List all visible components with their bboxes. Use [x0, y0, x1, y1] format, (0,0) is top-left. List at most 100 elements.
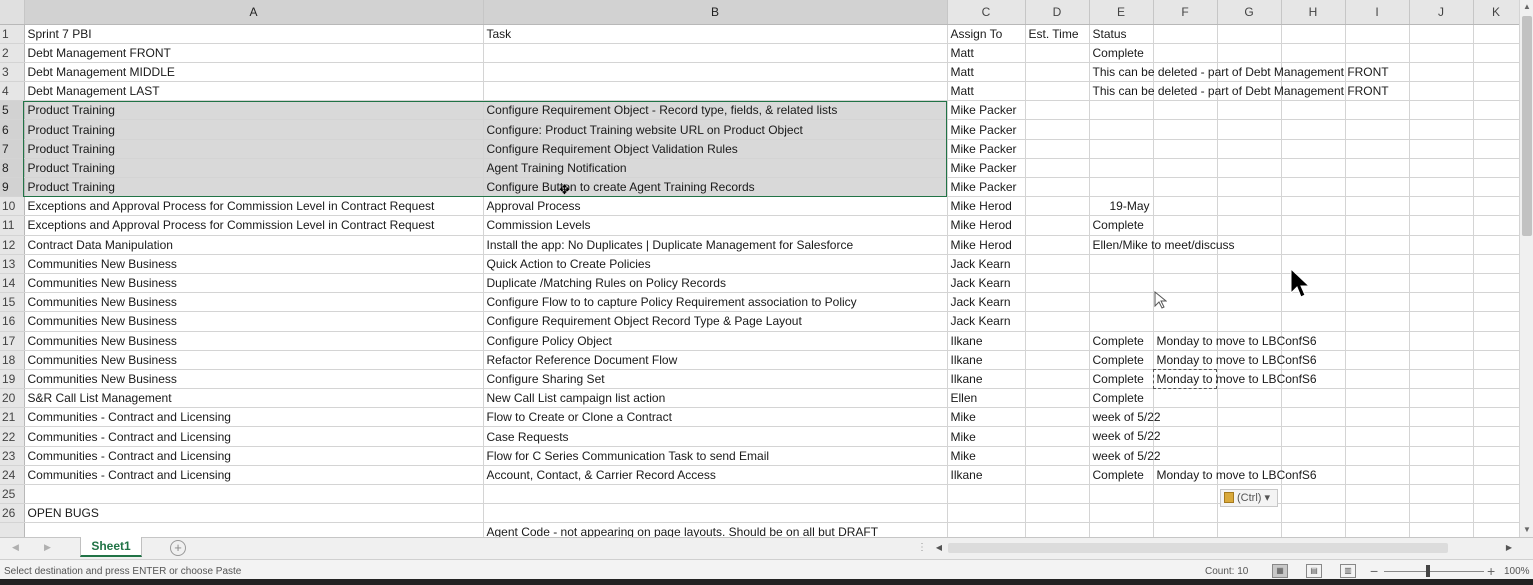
cell-k[interactable] — [1473, 177, 1519, 198]
cell-e[interactable]: Status — [1089, 24, 1154, 44]
cell-e[interactable]: week of 5/22 — [1089, 446, 1161, 466]
cell-h[interactable] — [1281, 119, 1346, 140]
cell-h[interactable] — [1281, 139, 1346, 159]
cell-i[interactable] — [1345, 350, 1410, 370]
cell-c[interactable] — [947, 522, 1026, 537]
cell-g[interactable] — [1217, 426, 1282, 447]
cell-f[interactable] — [1153, 426, 1218, 447]
cell-k[interactable] — [1473, 158, 1519, 179]
cell-a[interactable]: Communities - Contract and Licensing — [24, 446, 484, 466]
cell-a[interactable]: Communities New Business — [24, 369, 484, 390]
cell-f[interactable] — [1153, 388, 1218, 409]
cell-j[interactable] — [1409, 24, 1474, 44]
cell-e[interactable] — [1089, 139, 1154, 159]
cell-i[interactable] — [1345, 503, 1410, 524]
cell-a[interactable]: Contract Data Manipulation — [24, 235, 484, 255]
cell-c[interactable]: Mike Herod — [947, 215, 1026, 236]
cell-h[interactable] — [1281, 388, 1346, 409]
scroll-up-arrow-icon[interactable]: ▲ — [1520, 0, 1533, 14]
cell-k[interactable] — [1473, 350, 1519, 370]
cell-b[interactable]: Refactor Reference Document Flow — [483, 350, 948, 370]
cell-c[interactable]: Mike Packer — [947, 119, 1026, 140]
cell-i[interactable] — [1345, 24, 1410, 44]
cell-k[interactable] — [1473, 388, 1519, 409]
row-header[interactable]: 16 — [0, 311, 25, 332]
cell-c[interactable]: Matt — [947, 43, 1026, 63]
paste-options-button[interactable]: (Ctrl) ▾ — [1220, 489, 1278, 507]
cell-c[interactable]: Mike Packer — [947, 139, 1026, 159]
cell-a[interactable]: Exceptions and Approval Process for Comm… — [24, 215, 484, 236]
cell-d[interactable]: Est. Time — [1025, 24, 1090, 44]
cell-c[interactable]: Jack Kearn — [947, 254, 1026, 274]
cell-j[interactable] — [1409, 81, 1474, 102]
cell-c[interactable]: Mike Packer — [947, 177, 1026, 198]
cell-f[interactable] — [1153, 215, 1218, 236]
cell-k[interactable] — [1473, 503, 1519, 524]
cell-i[interactable] — [1345, 311, 1410, 332]
cell-e[interactable]: Complete — [1089, 465, 1154, 486]
cell-j[interactable] — [1409, 215, 1474, 236]
zoom-in-icon[interactable]: + — [1487, 563, 1495, 579]
column-header-f[interactable]: F — [1153, 0, 1218, 25]
column-header-h[interactable]: H — [1281, 0, 1346, 25]
cell-h[interactable] — [1281, 215, 1346, 236]
cell-g[interactable] — [1217, 407, 1282, 428]
cell-e[interactable]: Complete — [1089, 331, 1154, 351]
tab-next-arrow-icon[interactable]: ▶ — [44, 542, 51, 553]
cell-b[interactable]: Case Requests — [483, 426, 948, 447]
cell-b[interactable]: Configure Requirement Object Validation … — [483, 139, 948, 159]
cell-h[interactable] — [1281, 446, 1346, 466]
cell-d[interactable] — [1025, 119, 1090, 140]
cell-e[interactable] — [1089, 292, 1154, 313]
cell-g[interactable] — [1217, 100, 1282, 121]
cell-c[interactable]: Matt — [947, 62, 1026, 83]
zoom-slider-thumb[interactable] — [1426, 565, 1430, 577]
cell-e[interactable]: This can be deleted - part of Debt Manag… — [1089, 81, 1389, 102]
cell-j[interactable] — [1409, 100, 1474, 121]
cell-j[interactable] — [1409, 254, 1474, 274]
cell-f[interactable] — [1153, 158, 1218, 179]
cell-a[interactable]: Communities New Business — [24, 331, 484, 351]
cell-k[interactable] — [1473, 62, 1519, 83]
cell-g[interactable] — [1217, 119, 1282, 140]
cell-b[interactable]: Configure Requirement Object - Record ty… — [483, 100, 948, 121]
cell-a[interactable]: Communities New Business — [24, 254, 484, 274]
cell-d[interactable] — [1025, 196, 1090, 217]
cell-h[interactable] — [1281, 235, 1346, 255]
row-header[interactable]: 9 — [0, 177, 25, 198]
cell-f[interactable] — [1153, 119, 1218, 140]
cell-i[interactable] — [1345, 254, 1410, 274]
cell-i[interactable] — [1345, 196, 1410, 217]
cell-c[interactable]: Jack Kearn — [947, 311, 1026, 332]
cell-d[interactable] — [1025, 311, 1090, 332]
cell-b[interactable]: Configure Sharing Set — [483, 369, 948, 390]
cell-j[interactable] — [1409, 350, 1474, 370]
cell-f[interactable] — [1153, 446, 1218, 466]
cell-i[interactable] — [1345, 484, 1410, 505]
cell-a[interactable]: Debt Management MIDDLE — [24, 62, 484, 83]
zoom-level[interactable]: 100% — [1504, 566, 1530, 577]
tab-prev-arrow-icon[interactable]: ◀ — [12, 542, 19, 553]
row-header[interactable]: 1 — [0, 24, 25, 44]
cell-g[interactable] — [1217, 196, 1282, 217]
cell-c[interactable]: Ellen — [947, 388, 1026, 409]
column-header-a[interactable]: A — [24, 0, 484, 25]
row-header[interactable]: 3 — [0, 62, 25, 83]
cell-h[interactable] — [1281, 407, 1346, 428]
cell-j[interactable] — [1409, 522, 1474, 537]
cell-h[interactable] — [1281, 522, 1346, 537]
cell-i[interactable] — [1345, 158, 1410, 179]
cell-f[interactable]: Monday to move to LBConfS6 — [1153, 331, 1317, 351]
cell-i[interactable] — [1345, 369, 1410, 390]
cell-e[interactable] — [1089, 503, 1154, 524]
cell-k[interactable] — [1473, 273, 1519, 294]
cell-d[interactable] — [1025, 350, 1090, 370]
cell-k[interactable] — [1473, 43, 1519, 63]
cell-i[interactable] — [1345, 43, 1410, 63]
cell-i[interactable] — [1345, 426, 1410, 447]
cell-j[interactable] — [1409, 331, 1474, 351]
cell-e[interactable] — [1089, 119, 1154, 140]
cell-j[interactable] — [1409, 369, 1474, 390]
cell-c[interactable]: Matt — [947, 81, 1026, 102]
cell-e[interactable]: Ellen/Mike to meet/discuss — [1089, 235, 1235, 255]
